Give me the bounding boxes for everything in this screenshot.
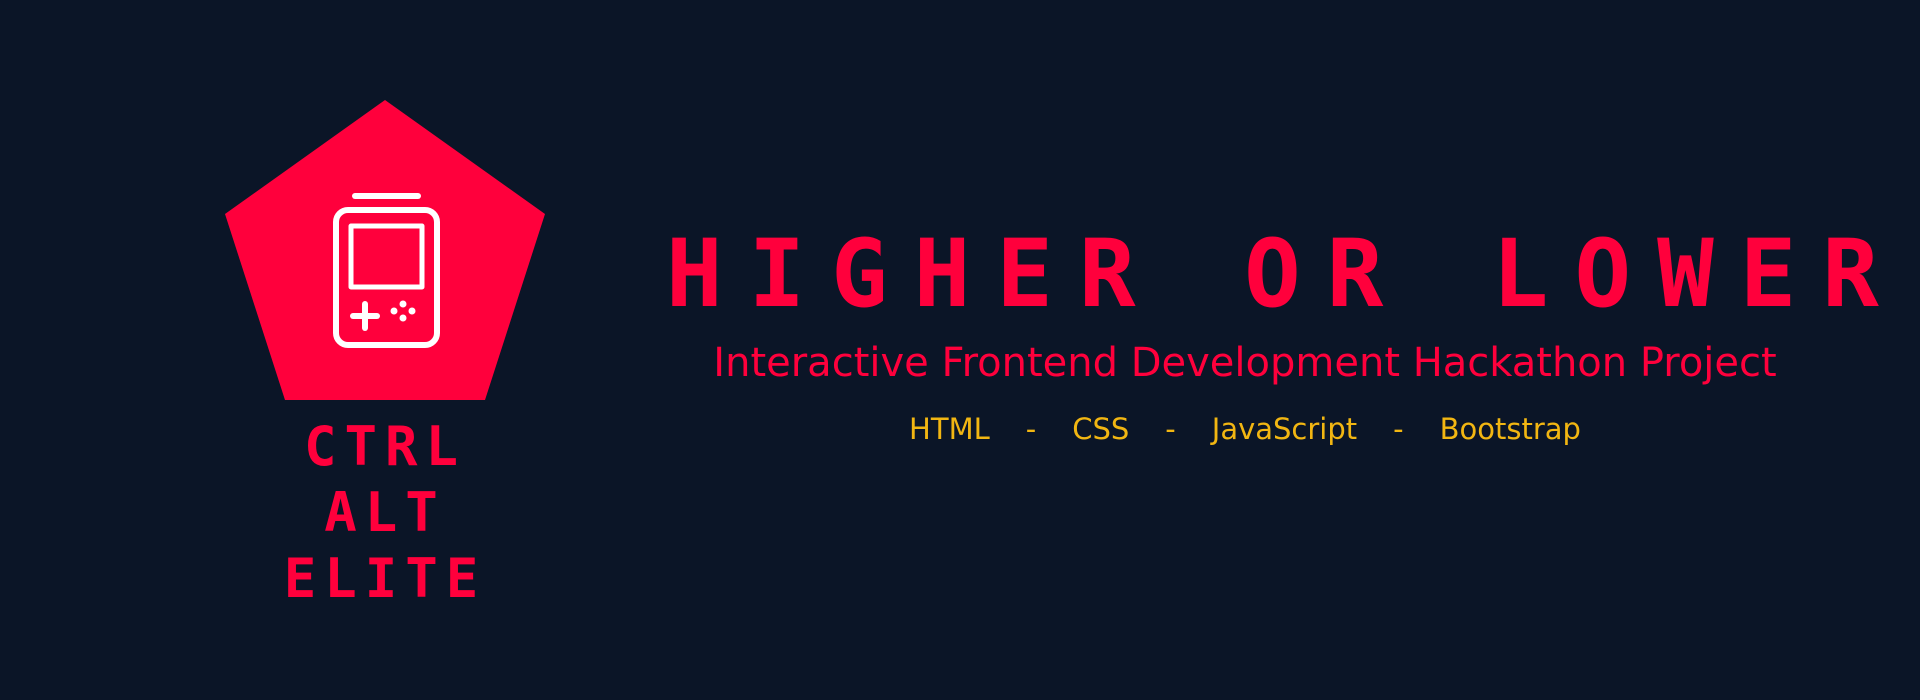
tech-separator: - [1025,412,1037,446]
title-block: HIGHER OR LOWER Interactive Frontend Dev… [640,220,1905,447]
tech-separator: - [1165,412,1176,446]
team-name-line-3: ELITE [283,547,487,610]
team-name-line-1: CTRL [303,415,467,478]
tech-separator: - [1393,412,1404,446]
pentagon-badge [225,100,545,400]
tech-stack-list: HTML - CSS - JavaScript - Bootstrap [640,411,1850,447]
tech-item-html: HTML [909,412,990,446]
tech-item-javascript: JavaScript [1211,412,1358,446]
pentagon-shape [225,100,545,400]
team-name: CTRL ALT ELITE [254,414,516,612]
page-title: HIGHER OR LOWER [666,220,1905,329]
page-subtitle: Interactive Frontend Development Hackath… [713,340,1777,386]
tech-item-css: CSS [1072,412,1130,446]
tech-item-bootstrap: Bootstrap [1439,412,1581,446]
team-logo [223,100,545,400]
team-name-line-2: ALT [324,481,446,544]
